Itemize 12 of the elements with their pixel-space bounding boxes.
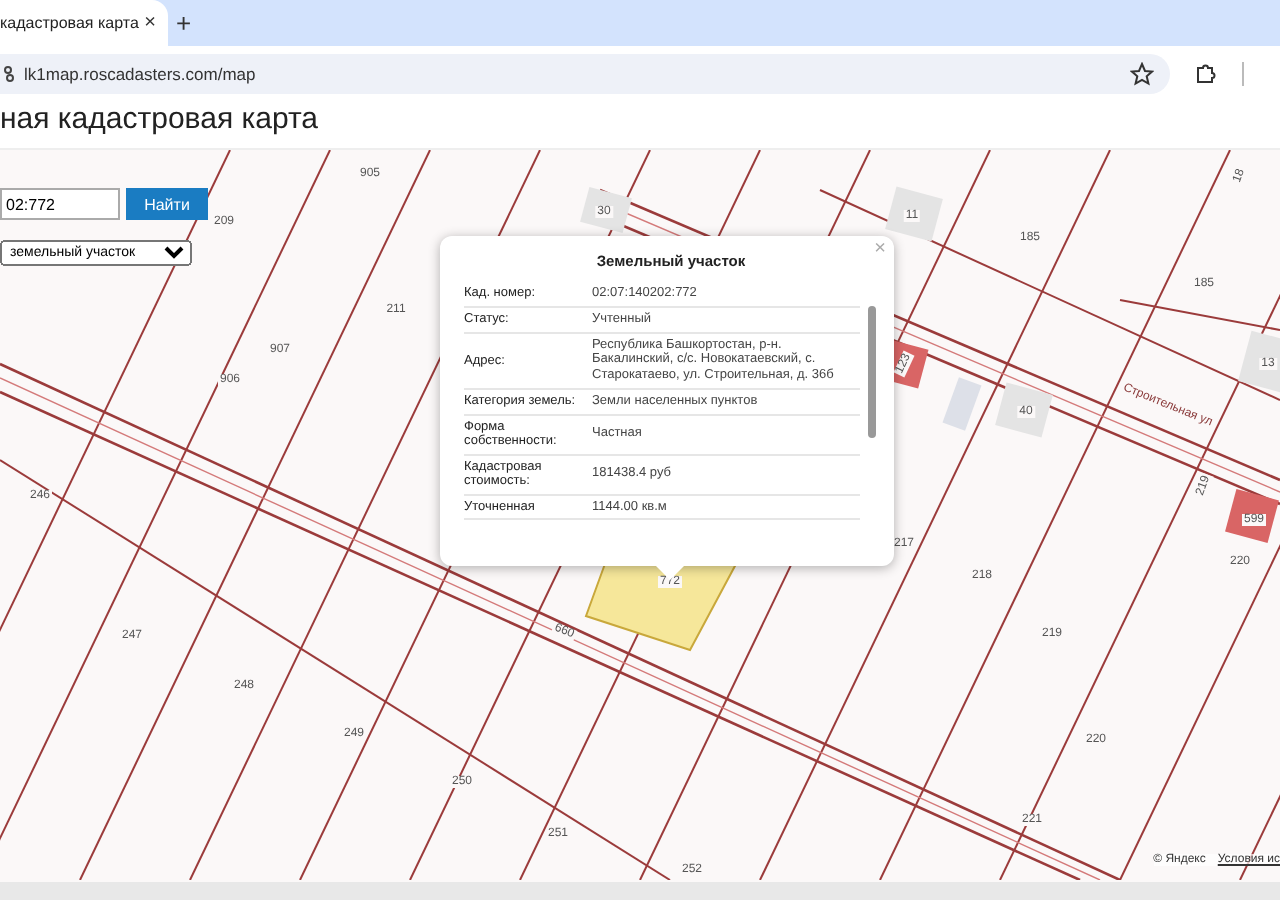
extensions-puzzle-icon[interactable]: [1194, 61, 1218, 85]
address-bar[interactable]: lk1map.roscadasters.com/map: [0, 53, 1170, 93]
new-tab-button[interactable]: +: [176, 8, 192, 38]
close-tab-button[interactable]: ×: [144, 12, 156, 34]
bookmark-star-icon[interactable]: [1130, 61, 1154, 85]
search-button[interactable]: Найти: [126, 188, 208, 220]
url-text: lk1map.roscadasters.com/map: [24, 63, 258, 83]
search-field[interactable]: 02:772: [0, 188, 120, 220]
browser-tab[interactable]: кадастровая карта ×: [0, 0, 168, 46]
site-settings-icon[interactable]: [4, 63, 16, 83]
tab-title: кадастровая карта: [0, 14, 139, 32]
popup-pointer: [656, 566, 684, 580]
